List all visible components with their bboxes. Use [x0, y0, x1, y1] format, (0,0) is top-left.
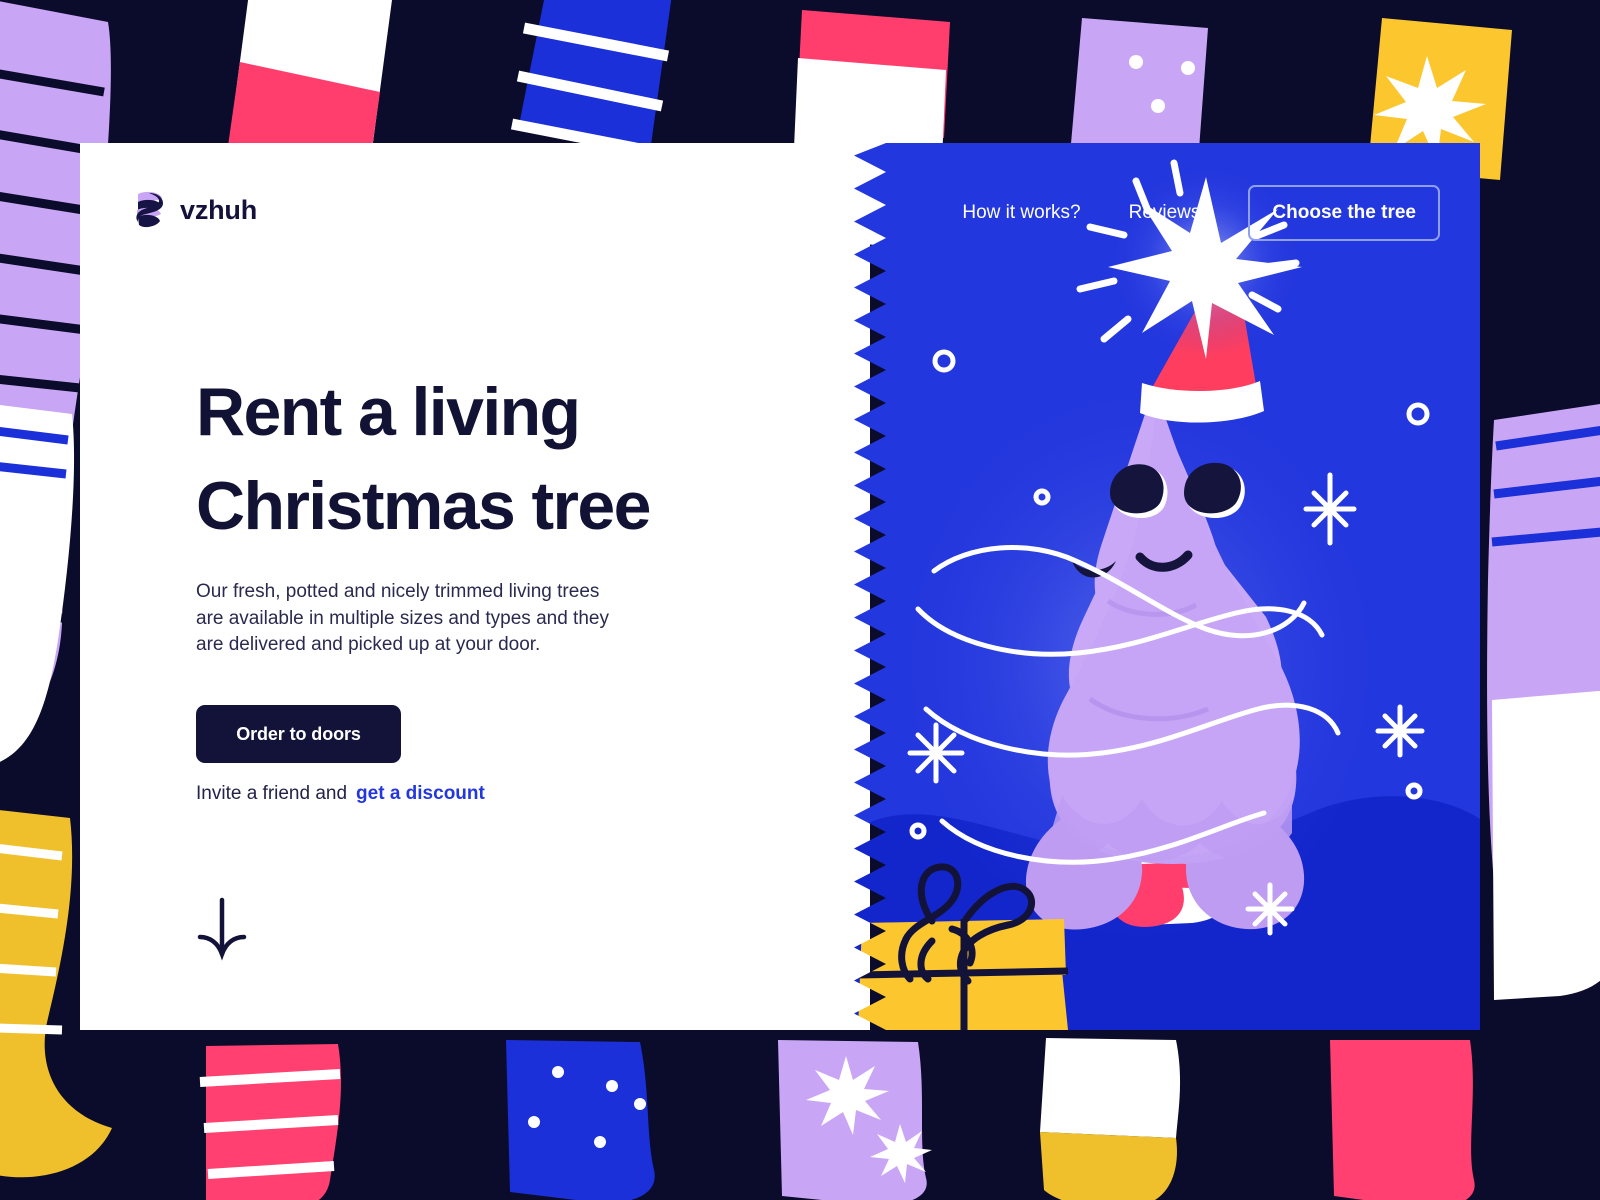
brand-logo[interactable]: vzhuh — [132, 188, 257, 232]
down-arrow-icon[interactable] — [192, 896, 252, 962]
hero-card: vzhuh Rent a living Christmas tree Our f… — [80, 143, 1480, 1030]
sock-blue-dotted-bottom — [506, 1040, 655, 1200]
main-navigation: How it works? Reviews Choose the tree — [840, 143, 1480, 283]
invite-text: Invite a friend and — [196, 783, 348, 804]
page-title: Rent a living Christmas tree — [196, 365, 806, 553]
sock-pink-bottom-right — [1330, 1040, 1475, 1200]
choose-the-tree-button[interactable]: Choose the tree — [1248, 185, 1440, 241]
nav-link-reviews[interactable]: Reviews — [1129, 202, 1201, 224]
hero-right-panel: How it works? Reviews Choose the tree — [840, 143, 1480, 1030]
sock-pink-striped-bottom — [199, 1044, 341, 1200]
snowflake-icon — [1375, 704, 1425, 758]
headline-line-1: Rent a living — [196, 374, 581, 450]
order-to-doors-button[interactable]: Order to doors — [196, 705, 401, 763]
get-a-discount-link[interactable]: get a discount — [356, 783, 485, 804]
headline-line-2: Christmas tree — [196, 468, 651, 544]
sock-white-yellow-bottom — [1040, 1038, 1181, 1200]
nav-link-how-it-works[interactable]: How it works? — [962, 202, 1080, 224]
brand-name: vzhuh — [180, 194, 257, 225]
page-root: vzhuh Rent a living Christmas tree Our f… — [0, 0, 1600, 1200]
sock-purple-star-bottom — [778, 1040, 932, 1200]
hero-left-panel: vzhuh Rent a living Christmas tree Our f… — [80, 143, 870, 1030]
swirl-logo-icon — [136, 191, 163, 228]
invite-row: Invite a friend and get a discount — [196, 783, 485, 805]
snowflake-icon — [907, 722, 965, 784]
hero-description: Our fresh, potted and nicely trimmed liv… — [196, 581, 609, 655]
snowflake-icon — [1245, 882, 1295, 936]
sock-white-blue-right — [1492, 690, 1600, 1000]
